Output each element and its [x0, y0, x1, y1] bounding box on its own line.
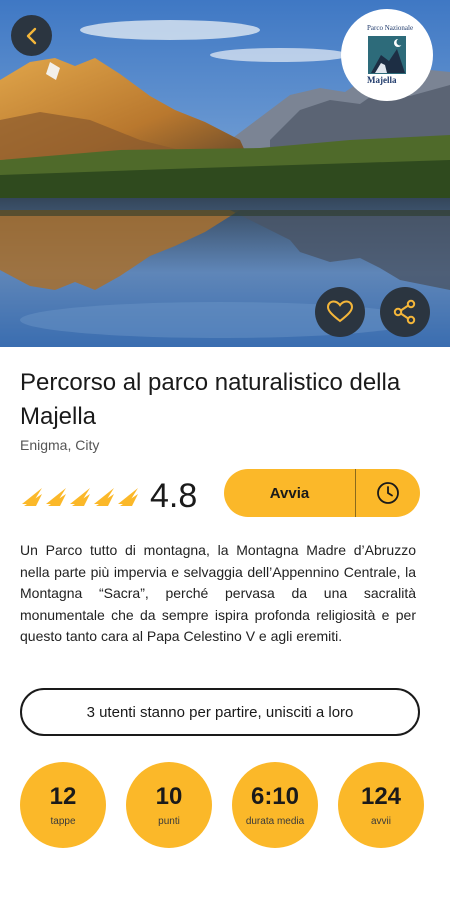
stat-value: 6:10 — [250, 782, 300, 810]
rating-stars — [20, 484, 140, 508]
heart-icon — [327, 300, 353, 323]
logo-text-top: Parco Nazionale — [367, 24, 414, 32]
star-icon — [70, 488, 90, 506]
back-button[interactable] — [11, 15, 52, 56]
favorite-button[interactable] — [315, 287, 365, 337]
schedule-button[interactable] — [356, 469, 420, 517]
star-icon — [94, 488, 114, 506]
star-icon — [22, 488, 42, 506]
stat-points: 10 punti — [126, 762, 212, 848]
stat-duration: 6:10 durata media — [232, 762, 318, 848]
chevron-left-icon — [26, 27, 36, 44]
stat-label: durata media — [245, 815, 305, 827]
wolf-emblem-icon — [368, 36, 406, 74]
stat-label: avvii — [370, 815, 391, 827]
start-controls: Avvia — [224, 469, 420, 517]
rating: 4.8 — [20, 476, 197, 516]
stat-starts: 124 avvii — [338, 762, 424, 848]
stat-value: 10 — [155, 782, 183, 810]
route-description: Un Parco tutto di montagna, la Montagna … — [20, 542, 416, 644]
route-title: Percorso al parco naturalistico della Ma… — [20, 369, 401, 430]
stat-value: 124 — [360, 782, 402, 810]
share-button[interactable] — [380, 287, 430, 337]
stat-label: tappe — [50, 815, 76, 827]
start-button[interactable]: Avvia — [224, 469, 355, 517]
stat-value: 12 — [49, 782, 77, 810]
star-icon — [46, 488, 66, 506]
rating-value: 4.8 — [150, 476, 198, 515]
route-subtitle: Enigma, City — [20, 437, 100, 453]
park-logo: Parco Nazionale Majella — [341, 9, 433, 101]
clock-icon — [377, 482, 399, 504]
star-icon — [118, 488, 138, 506]
stat-stages: 12 tappe — [20, 762, 106, 848]
logo-text-bottom: Majella — [367, 75, 397, 85]
route-stats: 12 tappe 10 punti 6:10 durata media 124 … — [20, 762, 430, 848]
stat-label: punti — [158, 815, 180, 827]
join-users-button[interactable]: 3 utenti stanno per partire, unisciti a … — [20, 688, 420, 736]
share-icon — [393, 299, 416, 325]
